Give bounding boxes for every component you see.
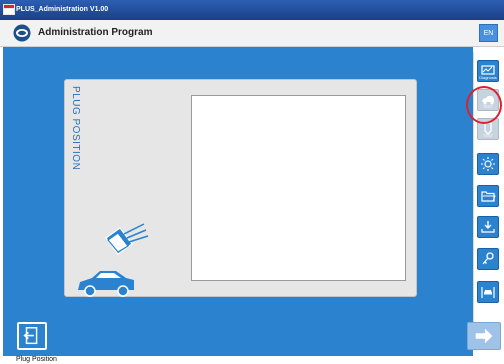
car-lift-icon <box>481 287 495 298</box>
language-button[interactable]: EN <box>479 24 498 42</box>
plug-car-icon <box>78 223 149 297</box>
sidebar-item-light[interactable] <box>477 153 499 175</box>
key-icon <box>482 252 494 265</box>
sidebar-item-download[interactable] <box>477 216 499 238</box>
next-button[interactable] <box>467 322 501 350</box>
sidebar-item-label: TEST <box>482 133 494 138</box>
exit-arrow-icon <box>23 327 38 345</box>
panel-title: PLUG POSITION <box>70 86 81 171</box>
brand-logo <box>13 24 31 42</box>
download-icon <box>481 221 495 233</box>
sidebar-item-folder[interactable] <box>477 185 499 207</box>
app-window-icon <box>3 4 15 15</box>
status-text: Plug Position <box>16 356 57 363</box>
arrow-right-icon <box>475 328 493 344</box>
selection-highlight-circle <box>466 86 502 124</box>
sidebar-item-lift[interactable] <box>477 281 499 303</box>
page-title: Administration Program <box>38 27 153 38</box>
window-titlebar: PLUS_Administration V1.00 <box>0 0 504 20</box>
sidebar-item-diagnosis[interactable]: Diagnosis <box>477 60 499 82</box>
folder-icon <box>481 191 496 202</box>
plug-position-image <box>191 95 406 281</box>
back-button[interactable] <box>17 322 47 350</box>
sidebar-item-key[interactable] <box>477 248 499 270</box>
status-bar: Plug Position <box>0 356 504 364</box>
window-title: PLUS_Administration V1.00 <box>16 6 109 13</box>
light-icon <box>481 157 495 171</box>
app-header: Administration Program EN <box>0 20 504 47</box>
sidebar-item-label: Diagnosis <box>479 75 497 80</box>
